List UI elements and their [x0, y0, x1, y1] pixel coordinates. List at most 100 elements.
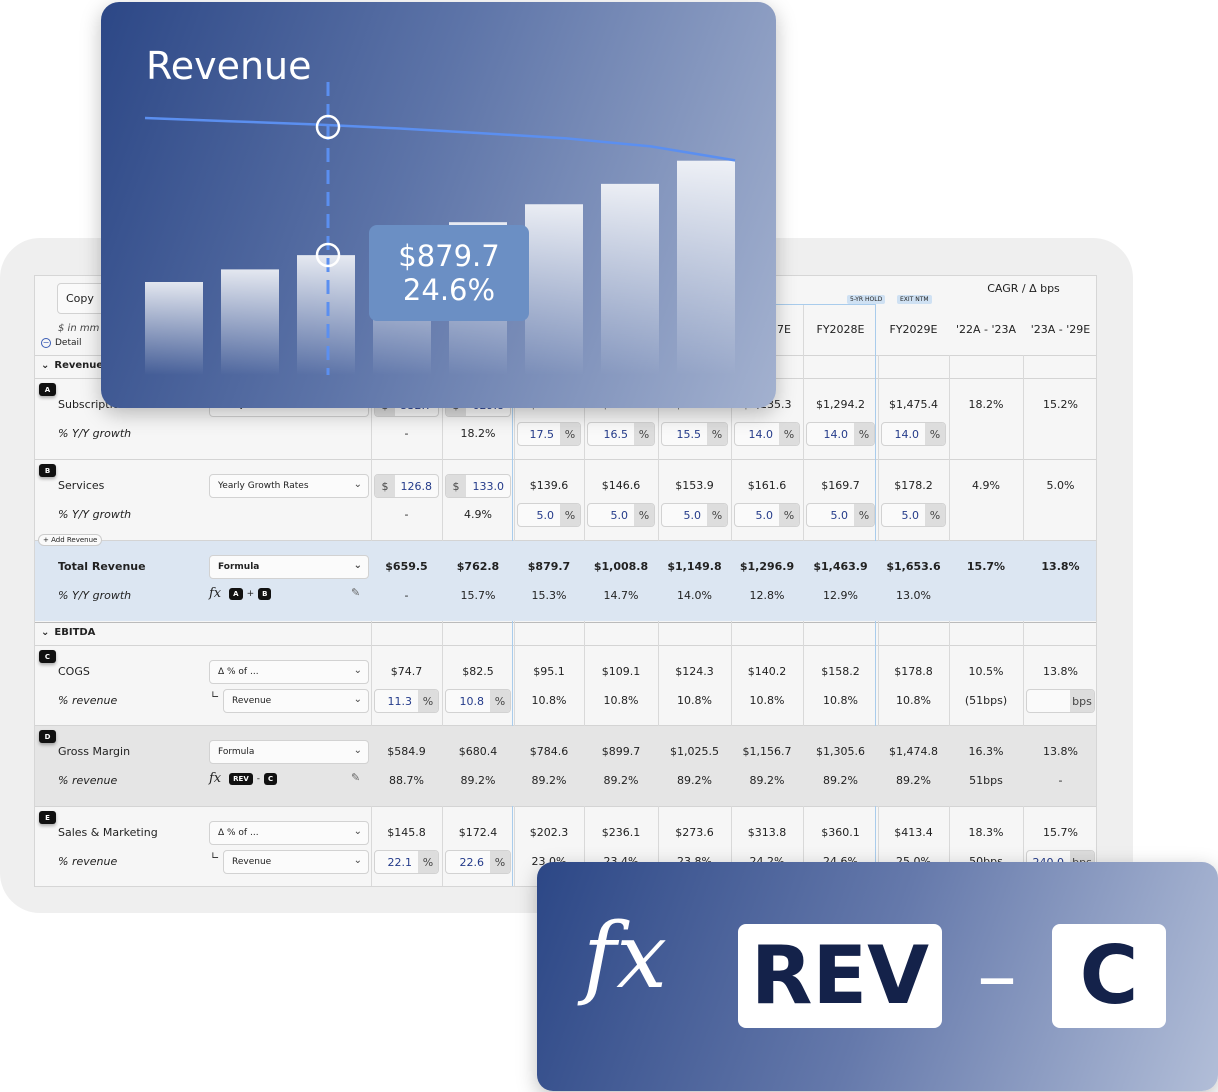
input-value: 5.0 — [683, 508, 702, 522]
value-cell: $158.2 — [821, 665, 860, 678]
value-input[interactable]: $133.0 — [445, 474, 511, 498]
value-input[interactable]: 11.3% — [374, 689, 439, 713]
method-dropdown[interactable]: Yearly Growth Rates ⌄ — [209, 474, 369, 498]
formula-operator: – — [977, 929, 1017, 1022]
input-value: 14.0 — [823, 427, 849, 441]
value-cell: 10.8% — [603, 694, 639, 707]
column-header: FY2029E — [889, 323, 938, 336]
suffix: % — [634, 504, 654, 526]
chevron-down-icon: ⌄ — [353, 479, 362, 490]
input-value: 5.0 — [755, 508, 774, 522]
input-value: 11.3 — [387, 694, 413, 708]
value-cell: 89.2% — [677, 774, 712, 787]
method-dropdown[interactable]: Formula ⌄ — [209, 555, 369, 579]
suffix: % — [707, 504, 727, 526]
value-input[interactable]: 17.5% — [517, 422, 581, 446]
divider — [35, 645, 1096, 646]
value-cell: $82.5 — [462, 665, 494, 678]
value-cell: $109.1 — [601, 665, 641, 678]
value-cell: $680.4 — [458, 745, 498, 758]
base-dropdown[interactable]: Revenue ⌄ — [223, 689, 369, 713]
value-input[interactable]: $126.8 — [374, 474, 439, 498]
value-input[interactable]: 14.0% — [806, 422, 875, 446]
row-label: Sales & Marketing — [58, 826, 158, 839]
chart-bar — [145, 282, 203, 375]
value-input[interactable]: 14.0% — [734, 422, 800, 446]
input-value: 133.0 — [472, 479, 505, 493]
formula-token: B — [258, 587, 272, 600]
value-cell: - — [404, 589, 409, 602]
suffix: % — [854, 423, 874, 445]
value-input[interactable]: 5.0% — [806, 503, 875, 527]
value-input[interactable]: 16.5% — [587, 422, 655, 446]
fx-icon: fx — [583, 904, 668, 1009]
value-input[interactable]: 5.0% — [517, 503, 581, 527]
value-cell: 89.2% — [823, 774, 858, 787]
value-cell: 18.3% — [968, 826, 1004, 839]
detail-label: Detail — [55, 338, 82, 348]
value-input[interactable]: 22.1% — [374, 850, 439, 874]
input-value: 22.6 — [459, 855, 485, 869]
row-badge: B — [39, 464, 56, 477]
value-cell: $413.4 — [894, 826, 933, 839]
revenue-chart — [144, 82, 736, 375]
value-input[interactable]: 5.0% — [734, 503, 800, 527]
value-input[interactable]: bps — [1026, 689, 1095, 713]
add-revenue-button[interactable]: + Add Revenue — [38, 534, 103, 546]
method-value: Δ % of ... — [218, 667, 259, 677]
value-input[interactable]: 5.0% — [661, 503, 728, 527]
edit-pencil-icon[interactable]: ✎ — [351, 586, 360, 599]
edit-pencil-icon[interactable]: ✎ — [351, 771, 360, 784]
value-cell: 16.3% — [968, 745, 1004, 758]
input-value: 14.0 — [748, 427, 774, 441]
method-dropdown[interactable]: Δ % of ... ⌄ — [209, 660, 369, 684]
method-value: Formula — [218, 562, 260, 572]
value-input[interactable]: 14.0% — [881, 422, 946, 446]
method-dropdown[interactable]: Formula ⌄ — [209, 740, 369, 764]
child-arrow-icon: ∟ — [211, 690, 220, 701]
value-cell: 13.0% — [896, 589, 931, 602]
prefix: $ — [375, 475, 395, 497]
method-value: Yearly Growth Rates — [218, 481, 309, 491]
chevron-down-icon: ⌄ — [41, 627, 50, 638]
divider — [35, 806, 1096, 807]
value-cell: $899.7 — [601, 745, 641, 758]
suffix: % — [779, 423, 799, 445]
value-input[interactable]: 5.0% — [881, 503, 946, 527]
suffix: % — [560, 423, 580, 445]
value-input[interactable]: 10.8% — [445, 689, 511, 713]
base-dropdown[interactable]: Revenue ⌄ — [223, 850, 369, 874]
input-value: 17.5 — [529, 427, 555, 441]
value-cell: 15.2% — [1043, 398, 1078, 411]
cagr-title: CAGR / Δ bps — [987, 282, 1060, 295]
section-header[interactable]: ⌄ Revenue — [41, 360, 103, 371]
value-cell: 88.7% — [389, 774, 424, 787]
value-cell: 13.8% — [1043, 665, 1078, 678]
value-cell: 14.0% — [677, 589, 712, 602]
value-cell: $1,305.6 — [816, 745, 865, 758]
value-cell: 15.7% — [1043, 826, 1078, 839]
value-input[interactable]: 5.0% — [587, 503, 655, 527]
value-cell: 12.9% — [823, 589, 858, 602]
value-cell: 89.2% — [603, 774, 639, 787]
base-value: Revenue — [232, 696, 272, 706]
detail-toggle[interactable]: − Detail — [41, 338, 82, 348]
value-cell: $360.1 — [821, 826, 860, 839]
value-cell: $1,474.8 — [889, 745, 938, 758]
value-cell: 5.0% — [1046, 479, 1075, 492]
method-dropdown[interactable]: Δ % of ... ⌄ — [209, 821, 369, 845]
formula-card: fx REV – C — [537, 862, 1218, 1091]
units-label: $ in mm — [58, 323, 100, 334]
row-label: Total Revenue — [58, 560, 146, 573]
value-cell: $178.2 — [894, 479, 933, 492]
value-cell: 10.8% — [531, 694, 567, 707]
value-cell: - — [1058, 774, 1063, 787]
tooltip-growth: 24.6% — [402, 273, 496, 307]
section-header[interactable]: ⌄ EBITDA — [41, 627, 95, 638]
value-cell: $202.3 — [529, 826, 569, 839]
suffix: % — [854, 504, 874, 526]
value-input[interactable]: 22.6% — [445, 850, 511, 874]
value-input[interactable]: 15.5% — [661, 422, 728, 446]
method-value: Δ % of ... — [218, 828, 259, 838]
input-value: 126.8 — [400, 479, 433, 493]
